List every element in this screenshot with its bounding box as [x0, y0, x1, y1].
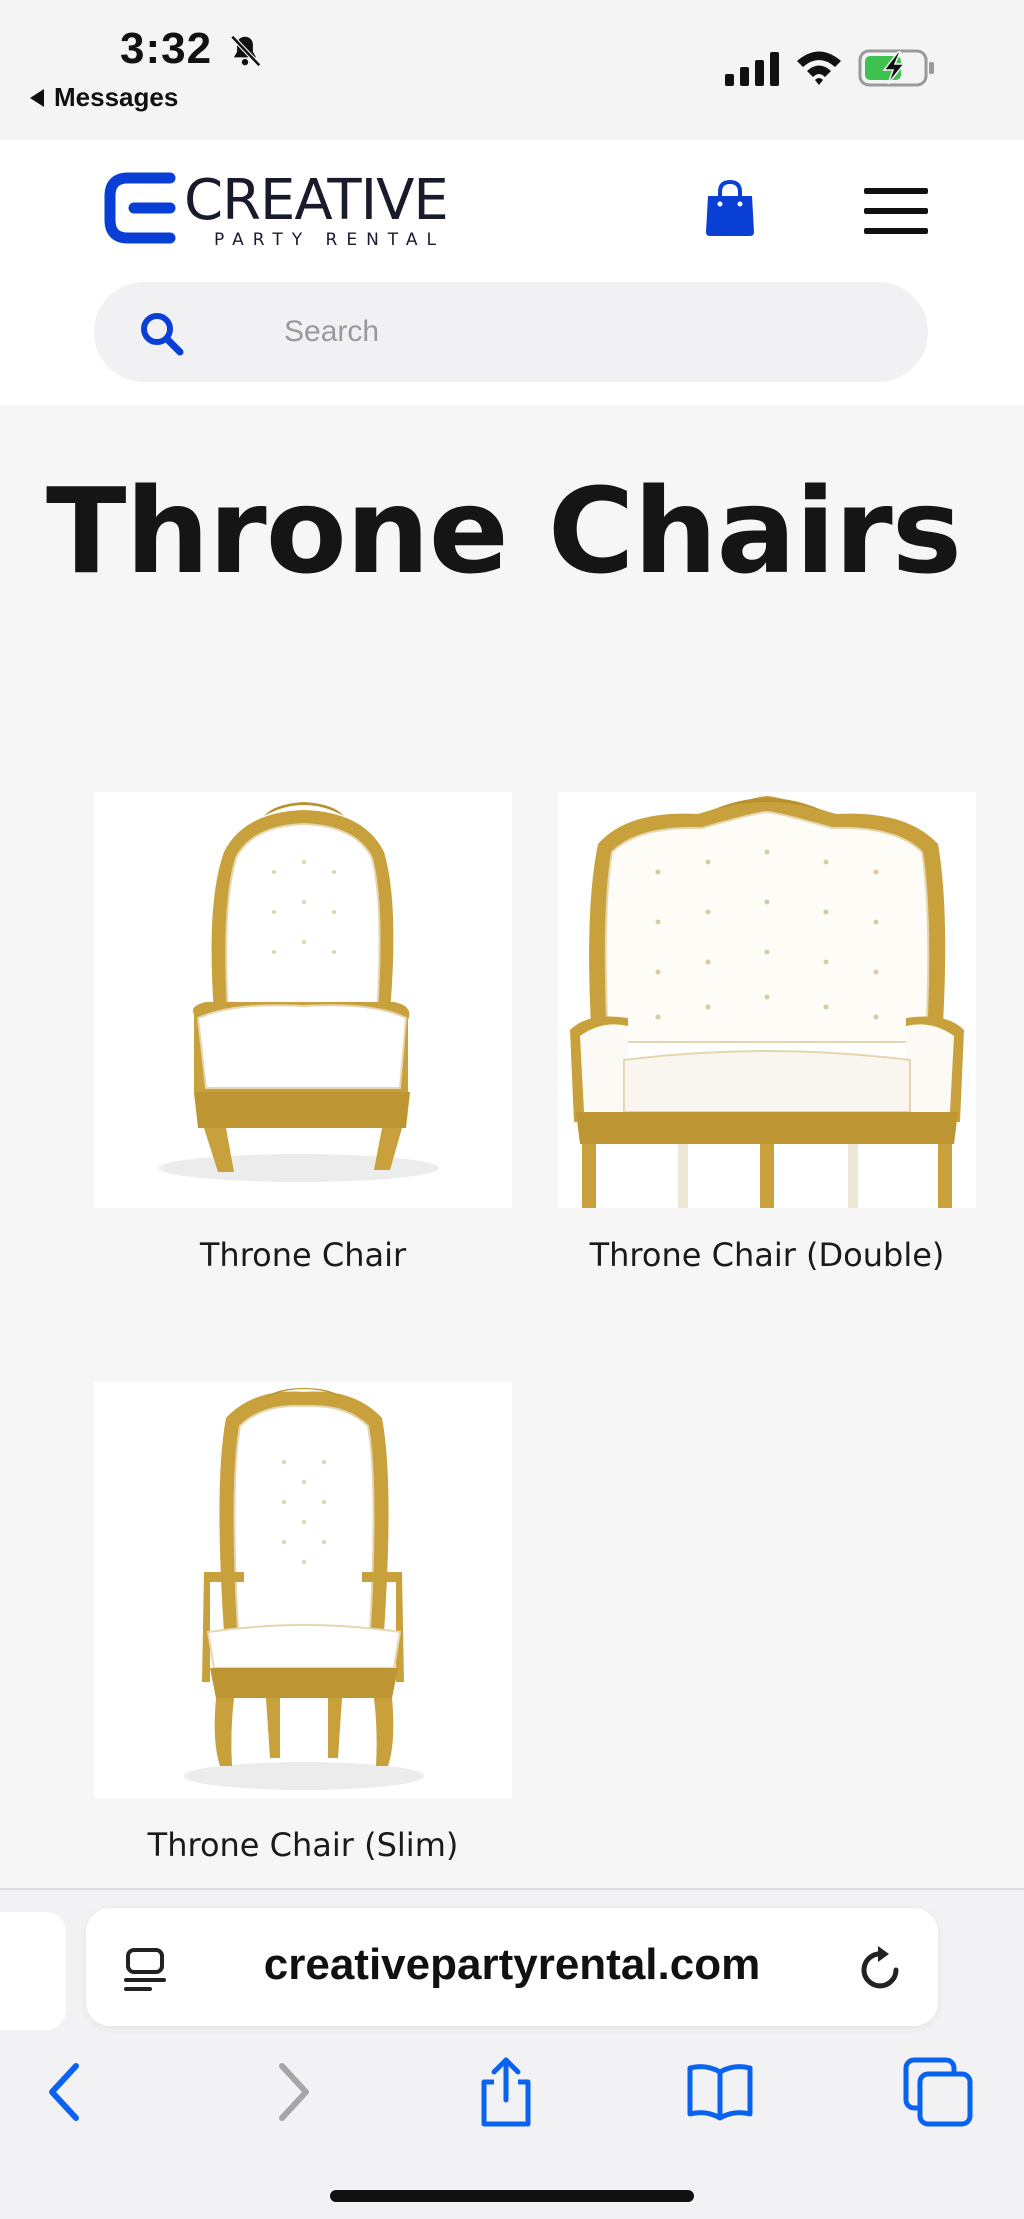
logo-tagline: PARTY RENTAL — [214, 230, 445, 250]
back-to-messages-link[interactable]: Messages — [30, 82, 178, 113]
product-card[interactable]: Throne Chair (Slim) — [94, 1382, 512, 1864]
forward-chevron-icon[interactable] — [256, 2056, 328, 2128]
bell-muted-icon — [230, 35, 261, 67]
status-time: 3:32 — [120, 24, 213, 73]
logo-wordmark[interactable]: CREATIVE — [184, 168, 449, 233]
product-image[interactable] — [94, 1382, 512, 1798]
status-bar: 3:32 Messages — [0, 0, 1024, 140]
page-title: Throne Chairs — [46, 462, 962, 600]
product-name[interactable]: Throne Chair (Slim) — [94, 1826, 512, 1864]
cellular-signal-icon — [725, 52, 779, 86]
share-icon[interactable] — [470, 2056, 542, 2128]
shopping-bag-icon[interactable] — [704, 180, 756, 238]
product-name[interactable]: Throne Chair (Double) — [558, 1236, 976, 1274]
throne-chair-double-image — [570, 796, 964, 1208]
throne-chair-image — [159, 802, 439, 1182]
browser-nav-row — [0, 2056, 1024, 2136]
back-messages-label: Messages — [54, 82, 179, 112]
wifi-icon — [797, 51, 841, 85]
reload-icon[interactable] — [858, 1944, 904, 1992]
back-triangle-icon — [30, 88, 44, 107]
battery-charging-icon — [858, 49, 934, 87]
product-name[interactable]: Throne Chair — [94, 1236, 512, 1274]
back-chevron-icon[interactable] — [32, 2056, 104, 2128]
url-text[interactable]: creativepartyrental.com — [86, 1940, 938, 1990]
hamburger-menu-icon[interactable] — [864, 188, 928, 234]
search-icon[interactable] — [138, 310, 184, 356]
throne-chair-slim-image — [184, 1388, 424, 1790]
logo-mark-icon[interactable] — [104, 170, 176, 246]
site-header: CREATIVE PARTY RENTAL — [0, 140, 1024, 405]
previous-tab-preview[interactable] — [0, 1912, 66, 2030]
product-image[interactable] — [94, 792, 512, 1208]
tabs-icon[interactable] — [902, 2056, 974, 2128]
address-bar[interactable]: creativepartyrental.com — [86, 1908, 938, 2026]
search-input[interactable] — [284, 310, 844, 354]
browser-toolbar: creativepartyrental.com — [0, 1888, 1024, 2219]
product-card[interactable]: Throne Chair — [94, 792, 512, 1274]
product-card[interactable]: Throne Chair (Double) — [558, 792, 976, 1274]
home-indicator — [330, 2190, 694, 2202]
search-bar[interactable] — [94, 282, 928, 382]
bookmarks-icon[interactable] — [684, 2056, 756, 2128]
product-image[interactable] — [558, 792, 976, 1208]
